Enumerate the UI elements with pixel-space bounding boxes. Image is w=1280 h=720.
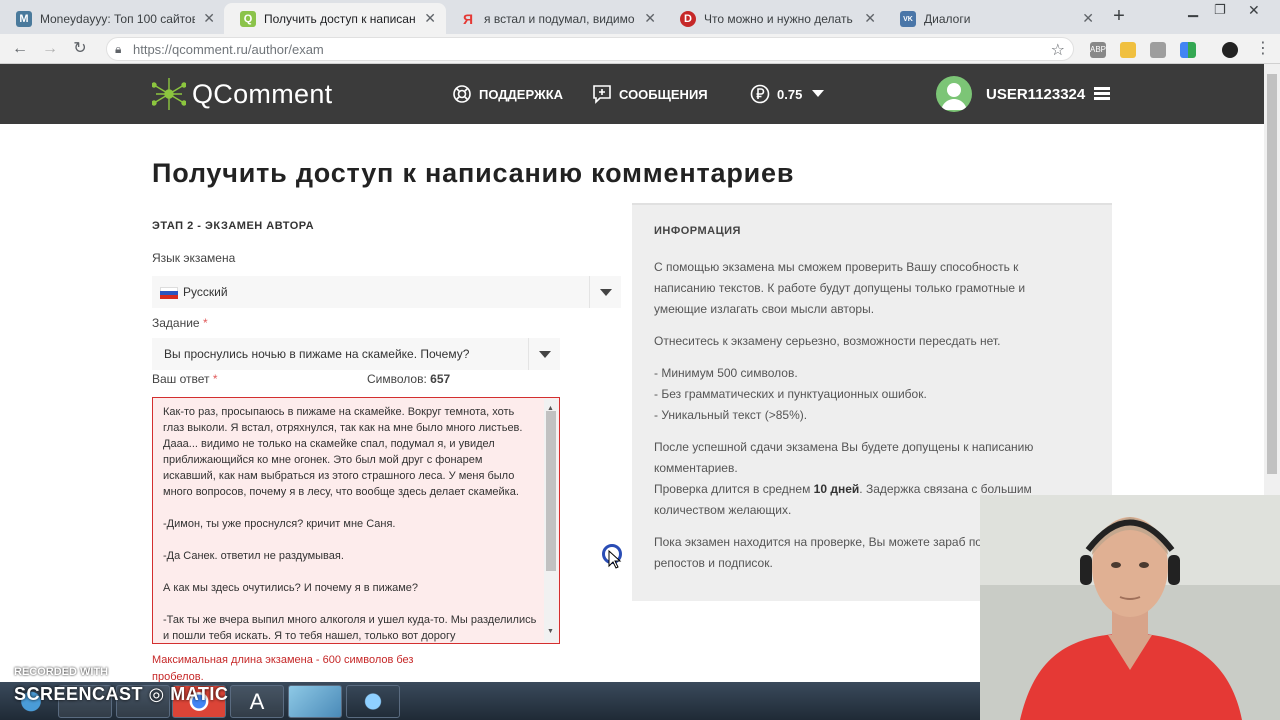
step-heading: ЭТАП 2 - ЭКЗАМЕН АВТОРА: [152, 220, 315, 232]
profile-icon[interactable]: [1222, 42, 1238, 58]
browser-tab[interactable]: Я я встал и подумал, видимо это ✕: [444, 3, 666, 34]
close-icon[interactable]: ✕: [864, 10, 876, 27]
username: USER1123324: [986, 85, 1086, 103]
chevron-down-icon: [528, 338, 560, 370]
presenter-photo: [980, 495, 1280, 720]
balance-value: 0.75: [777, 86, 803, 102]
screencast-taskbar-icon[interactable]: [346, 685, 400, 718]
extension-icon[interactable]: [1120, 42, 1136, 58]
answer-paragraph: -Так ты же вчера выпил много алкоголя и …: [163, 614, 537, 642]
task-select[interactable]: Вы проснулись ночью в пижаме на скамейке…: [152, 338, 560, 370]
scrollbar-thumb[interactable]: [1267, 74, 1277, 474]
bookmark-star-icon[interactable]: ☆: [1051, 40, 1065, 60]
scroll-down-icon[interactable]: ▼: [547, 624, 554, 640]
nav-support[interactable]: ПОДДЕРЖКА: [452, 84, 563, 104]
language-select[interactable]: Русский: [152, 276, 621, 308]
message-add-icon: [593, 85, 611, 104]
browser-tab[interactable]: M Moneydayyy: Топ 100 сайтов д ✕: [0, 3, 225, 34]
lock-icon: 🔒︎: [115, 42, 122, 56]
moneydayyy-favicon-icon: M: [16, 11, 32, 27]
watermark-recorded: RECORDED WITH: [14, 666, 109, 678]
info-paragraph: Отнеситесь к экзамену серьезно, возможно…: [654, 334, 1001, 348]
answer-textarea[interactable]: Как-то раз, просыпаюсь в пижаме на скаме…: [152, 397, 560, 644]
language-label: Язык экзамена: [152, 251, 236, 265]
task-value: Вы проснулись ночью в пижаме на скамейке…: [164, 347, 470, 361]
avatar: [936, 76, 972, 112]
browser-tab[interactable]: VK Диалоги ✕: [884, 3, 1104, 34]
char-counter: Символов: 657: [367, 372, 451, 386]
taskbar-app-icon[interactable]: [288, 685, 342, 718]
info-list: - Минимум 500 символов. - Без грамматиче…: [654, 363, 1074, 426]
tab-title: я встал и подумал, видимо это: [484, 11, 636, 26]
close-icon[interactable]: ✕: [1082, 10, 1094, 27]
answer-paragraph: Как-то раз, просыпаюсь в пижаме на скаме…: [163, 406, 523, 498]
browser-toolbar: ← → ↻ 🔒︎ https://qcomment.ru/author/exam…: [0, 34, 1280, 64]
qcomment-favicon-icon: Q: [240, 11, 256, 27]
chevron-down-icon: [589, 276, 621, 308]
search-extension-icon[interactable]: [1150, 42, 1166, 58]
apps-extension-icon[interactable]: [1180, 42, 1196, 58]
answer-label: Ваш ответ *: [152, 372, 218, 386]
address-bar[interactable]: 🔒︎ https://qcomment.ru/author/exam ☆: [106, 37, 1074, 61]
info-paragraph: После успешной сдачи экзамена Вы будете …: [654, 440, 1034, 475]
menu-dots-icon[interactable]: ⋮: [1252, 39, 1274, 59]
close-icon[interactable]: ✕: [203, 10, 215, 27]
language-value: Русский: [183, 285, 228, 299]
info-title: ИНФОРМАЦИЯ: [654, 225, 741, 237]
task-label: Задание *: [152, 316, 208, 330]
new-tab-button[interactable]: +: [1106, 5, 1132, 29]
site-header: QComment ПОДДЕРЖКА СООБЩЕНИЯ 0.75 USER11…: [0, 64, 1264, 124]
tab-title: Получить доступ к написаниюк: [264, 11, 416, 26]
info-list-item: - Без грамматических и пунктуационных ош…: [654, 387, 927, 401]
hamburger-menu-icon[interactable]: [1094, 87, 1111, 101]
info-paragraph: С помощью экзамена мы сможем проверить В…: [654, 260, 1026, 316]
vk-favicon-icon: VK: [900, 11, 916, 27]
adblock-extension-icon[interactable]: ABP: [1090, 42, 1106, 58]
browser-tab[interactable]: D Что можно и нужно делать в ✕: [664, 3, 886, 34]
nav-messages[interactable]: СООБЩЕНИЯ: [592, 84, 708, 104]
close-icon[interactable]: ✕: [424, 10, 436, 27]
window-close-icon[interactable]: ✕: [1248, 2, 1260, 19]
maximize-icon[interactable]: ❐: [1214, 2, 1226, 18]
reload-icon[interactable]: ↻: [69, 39, 91, 59]
user-menu[interactable]: USER1123324: [936, 76, 1111, 112]
info-list-item: - Минимум 500 символов.: [654, 366, 798, 380]
browser-tab-strip: M Moneydayyy: Топ 100 сайтов д ✕ Q Получ…: [0, 0, 1280, 34]
mouse-pointer-icon: [608, 550, 622, 569]
watermark-screencast: SCREENCAST ◎ MATIC: [14, 684, 229, 704]
error-message: Максимальная длина экзамена - 600 символ…: [152, 654, 414, 683]
nav-messages-label: СООБЩЕНИЯ: [619, 86, 708, 102]
user-silhouette-icon: [941, 83, 967, 110]
dzen-favicon-icon: D: [680, 11, 696, 27]
tab-title: Что можно и нужно делать в: [704, 11, 856, 26]
answer-paragraph: -Да Санек. ответил не раздумывая.: [163, 550, 344, 562]
yandex-favicon-icon: Я: [462, 11, 474, 27]
back-icon[interactable]: ←: [9, 39, 31, 59]
chevron-down-icon: [812, 90, 825, 97]
minimize-icon[interactable]: ▁: [1188, 2, 1198, 18]
tab-title: Диалоги: [924, 11, 971, 26]
nav-balance[interactable]: 0.75: [750, 84, 825, 104]
textarea-scrollbar-thumb[interactable]: [546, 411, 556, 571]
close-icon[interactable]: ✕: [644, 10, 656, 27]
page-title: Получить доступ к написанию комментариев: [152, 158, 795, 188]
textarea-scrollbar[interactable]: ▲ ▼: [544, 399, 558, 642]
logo[interactable]: QComment: [152, 77, 332, 111]
answer-paragraph: -Димон, ты уже проснулся? кричит мне Сан…: [163, 518, 396, 530]
lifebuoy-icon: [453, 85, 471, 103]
nav-support-label: ПОДДЕРЖКА: [479, 86, 564, 102]
url-text: https://qcomment.ru/author/exam: [133, 42, 324, 57]
browser-tab-active[interactable]: Q Получить доступ к написаниюк ✕: [224, 3, 446, 34]
answer-paragraph: А как мы здесь очутились? И почему я в п…: [163, 582, 419, 594]
forward-icon[interactable]: →: [39, 39, 61, 59]
info-list-item: - Уникальный текст (>85%).: [654, 408, 808, 422]
tab-title: Moneydayyy: Топ 100 сайтов д: [40, 11, 195, 26]
russia-flag-icon: [160, 287, 178, 299]
logo-text: QComment: [192, 78, 333, 109]
ruble-icon: [750, 84, 770, 104]
webcam-overlay: [980, 495, 1280, 720]
font-app-taskbar-icon[interactable]: A: [230, 685, 284, 718]
logo-mark-icon: [152, 78, 186, 110]
